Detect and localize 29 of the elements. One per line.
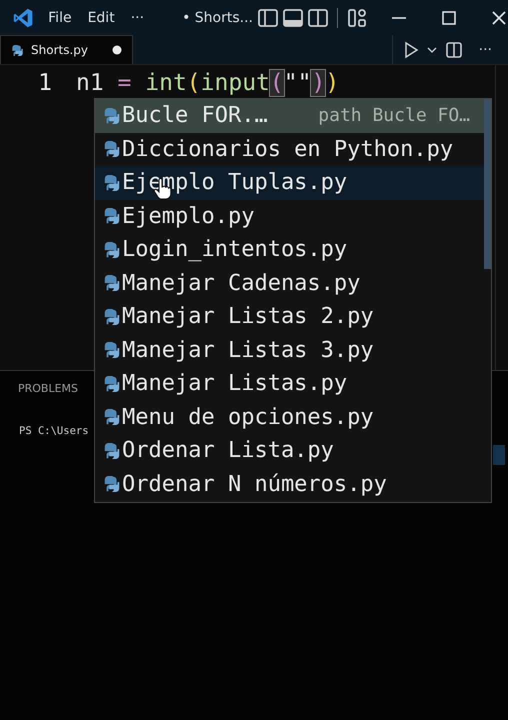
code-token: = bbox=[118, 70, 132, 96]
code-token: n1 bbox=[76, 70, 104, 96]
suggestion-item[interactable]: Ordenar Lista.py bbox=[95, 434, 484, 468]
more-actions-button[interactable]: ··· bbox=[478, 42, 492, 58]
suggestion-item[interactable]: Bucle FOR.… path Bucle FO… bbox=[95, 99, 484, 132]
code-token: input bbox=[200, 70, 270, 96]
terminal-text: PS C:\Users bbox=[19, 425, 89, 437]
code-token: ) bbox=[311, 70, 326, 96]
suggestion-item[interactable]: Menu de opciones.py bbox=[95, 400, 484, 434]
menu-item[interactable]: File bbox=[48, 10, 72, 26]
line-number: 1 bbox=[37, 70, 53, 96]
code-token: ) bbox=[325, 70, 340, 96]
suggestion-item[interactable]: Manejar Listas 3.py bbox=[95, 334, 484, 367]
menu-item[interactable]: Edit bbox=[88, 10, 115, 26]
suggestion-item[interactable]: Manejar Listas.py bbox=[95, 367, 484, 400]
window-title: • Shorts... bbox=[182, 10, 253, 26]
menu-item[interactable]: ··· bbox=[130, 10, 144, 26]
editor-tab[interactable]: Shorts.py bbox=[0, 35, 133, 64]
code-token: int bbox=[145, 70, 187, 96]
code-token: ( bbox=[270, 70, 284, 96]
suggestion-item[interactable]: Manejar Cadenas.py bbox=[95, 266, 484, 300]
suggestion-item[interactable]: Diccionarios en Python.py bbox=[95, 132, 484, 166]
panel-tab[interactable]: PROBLEMS bbox=[18, 382, 78, 394]
code-token: ( bbox=[186, 70, 201, 96]
suggestion-item[interactable]: Ordenar N números.py bbox=[95, 468, 484, 501]
code-token: "" bbox=[284, 70, 312, 96]
suggestion-item[interactable]: Ejemplo.py bbox=[95, 200, 484, 233]
suggestion-item[interactable]: Login_intentos.py bbox=[95, 233, 484, 266]
suggestion-item[interactable]: Manejar Listas 2.py bbox=[95, 300, 484, 334]
